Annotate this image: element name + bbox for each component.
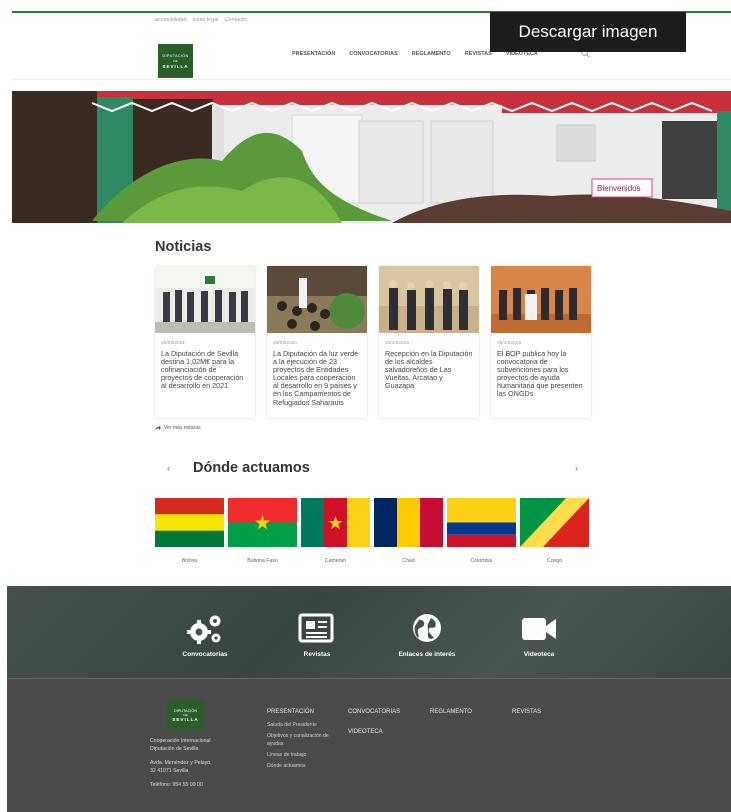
donde-actuamos-title: Dónde actuamos xyxy=(193,460,310,476)
hero-image: Bienvenidos xyxy=(12,91,731,223)
utility-link-accesibilidad[interactable]: accesibilidad xyxy=(155,17,187,23)
site-logo[interactable]: DIPUTACIÓN DE SEVILLA xyxy=(158,44,193,78)
download-image-button[interactable]: Descargar imagen xyxy=(490,12,686,52)
quick-link-revistas[interactable]: Revistas xyxy=(267,586,367,658)
congo-flag-icon xyxy=(520,498,589,547)
news-photo xyxy=(491,266,591,333)
news-date: 29/09/2020 xyxy=(273,341,298,346)
newspaper-icon xyxy=(298,613,334,643)
bolivia-flag-icon xyxy=(155,498,224,547)
footer-link[interactable]: Objetivos y canalización de xyxy=(267,732,329,740)
footer-col-reglamento: REGLAMENTO xyxy=(430,709,472,715)
footer-col-presentacion: PRESENTACIÓN Saluda del Presidente Objet… xyxy=(267,709,329,770)
utility-link-aviso-legal[interactable]: aviso legal xyxy=(193,17,219,23)
nav-revistas[interactable]: REVISTAS xyxy=(465,51,492,57)
news-headline[interactable]: La Diputación de Sevilla destina 1,02M€ … xyxy=(155,346,255,390)
chad-flag-icon xyxy=(374,498,443,547)
country-camerun[interactable]: Camerún xyxy=(301,498,370,564)
footer-link[interactable]: Líneas de trabajo xyxy=(267,751,329,759)
footer-link[interactable]: Saluda del Presidente xyxy=(267,721,329,729)
country-colombia[interactable]: Colombia xyxy=(447,498,516,564)
news-section-title: Noticias xyxy=(155,239,212,255)
news-date: 09/10/2019 xyxy=(497,341,522,346)
hero-banner-text: Bienvenidos xyxy=(597,184,641,193)
country-burkina-faso[interactable]: Burkina Faso xyxy=(228,498,297,564)
news-date: 29/10/2019 xyxy=(385,341,410,346)
country-flags: Bolivia Burkina Faso Camerún Chad Colomb… xyxy=(155,498,589,564)
site-footer: DIPUTACIÓN DE SEVILLA Cooperación Intern… xyxy=(7,678,731,812)
globe-icon xyxy=(413,614,441,642)
news-card[interactable]: 09/10/2019 El BOP publica hoy la convoca… xyxy=(491,266,591,418)
footer-link-convocatorias[interactable]: CONVOCATORIAS xyxy=(348,709,400,715)
news-headline[interactable]: Recepción en la Diputación de los alcald… xyxy=(379,346,479,390)
nav-convocatorias[interactable]: CONVOCATORIAS xyxy=(349,51,397,57)
news-card[interactable]: 29/09/2020 La Diputación da luz verde a … xyxy=(267,266,367,418)
footer-link-videoteca[interactable]: VIDEOTECA xyxy=(348,729,400,735)
carousel-prev-button[interactable]: ‹ xyxy=(167,463,170,473)
utility-links: accesibilidad aviso legal Contacto xyxy=(155,17,247,23)
country-bolivia[interactable]: Bolivia xyxy=(155,498,224,564)
news-photo xyxy=(267,266,367,333)
utility-link-contacto[interactable]: Contacto xyxy=(225,17,247,23)
gears-icon xyxy=(187,615,221,644)
footer-link-reglamento[interactable]: REGLAMENTO xyxy=(430,709,472,715)
news-headline[interactable]: El BOP publica hoy la convocatoria de su… xyxy=(491,346,591,399)
news-card[interactable]: 06/09/2021 La Diputación de Sevilla dest… xyxy=(155,266,255,418)
footer-logo[interactable]: DIPUTACIÓN DE SEVILLA xyxy=(167,700,204,730)
footer-link-presentacion[interactable]: PRESENTACIÓN xyxy=(267,709,329,715)
donde-actuamos-header: ‹ Dónde actuamos › xyxy=(155,460,590,482)
footer-address: Cooperación Internacional Diputación de S… xyxy=(150,738,212,788)
quick-links-bar: Convocatorias Revistas Enlaces de interé… xyxy=(7,586,731,678)
quick-link-videoteca[interactable]: Videoteca xyxy=(489,586,589,658)
news-headline[interactable]: La Diputación da luz verde a la ejecució… xyxy=(267,346,367,407)
country-congo[interactable]: Congo xyxy=(520,498,589,564)
quick-link-convocatorias[interactable]: Convocatorias xyxy=(155,586,255,658)
footer-link[interactable]: ayudas xyxy=(267,740,329,748)
share-arrow-icon xyxy=(155,425,161,430)
video-camera-icon xyxy=(522,618,556,640)
carousel-next-button[interactable]: › xyxy=(575,463,578,473)
footer-link-revistas[interactable]: REVISTAS xyxy=(512,709,541,715)
footer-col-revistas: REVISTAS xyxy=(512,709,541,715)
footer-col-convocatorias: CONVOCATORIAS VIDEOTECA xyxy=(348,709,400,735)
news-list: 06/09/2021 La Diputación de Sevilla dest… xyxy=(155,266,591,418)
news-photo xyxy=(155,266,255,333)
hero-photo: Bienvenidos xyxy=(12,91,731,223)
quick-link-enlaces[interactable]: Enlaces de interés xyxy=(377,586,477,658)
burkina-faso-flag-icon xyxy=(228,498,297,547)
news-date: 06/09/2021 xyxy=(161,341,186,346)
colombia-flag-icon xyxy=(447,498,516,547)
cameroon-flag-icon xyxy=(301,498,370,547)
nav-presentacion[interactable]: PRESENTACIÓN xyxy=(292,51,335,57)
country-chad[interactable]: Chad xyxy=(374,498,443,564)
news-photo xyxy=(379,266,479,333)
footer-link[interactable]: Dónde actuamos xyxy=(267,762,329,770)
nav-reglamento[interactable]: REGLAMENTO xyxy=(412,51,451,57)
news-card[interactable]: 29/10/2019 Recepción en la Diputación de… xyxy=(379,266,479,418)
more-news-link[interactable]: Ver más noticias xyxy=(155,425,201,431)
